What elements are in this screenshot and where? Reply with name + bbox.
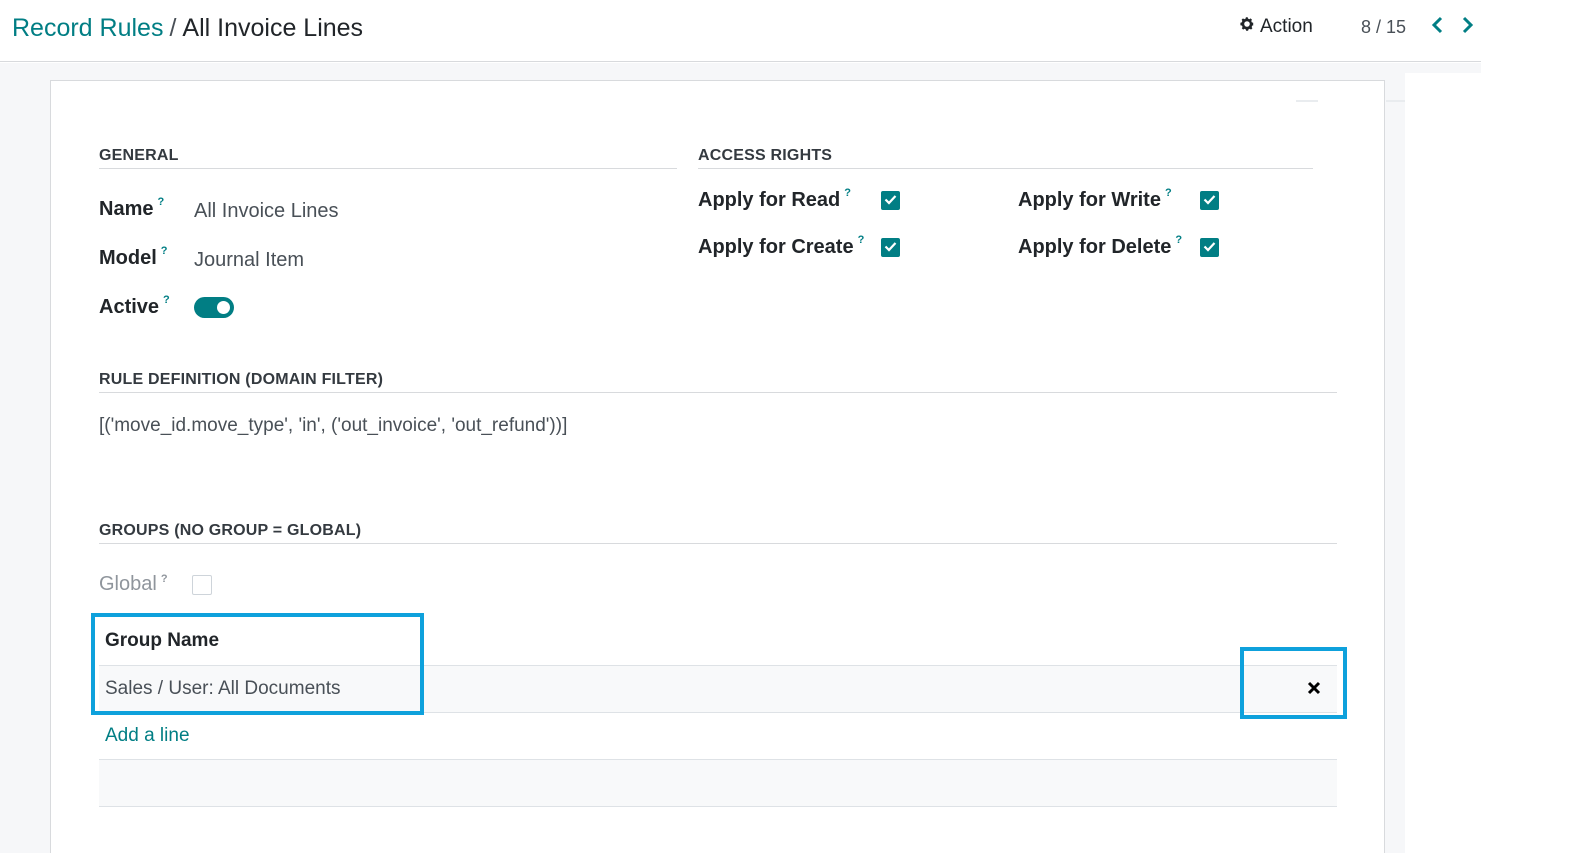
check-icon	[1203, 192, 1216, 210]
delete-row-button[interactable]	[1303, 679, 1325, 701]
model-field[interactable]: Journal Item	[194, 249, 304, 272]
help-icon[interactable]: ?	[157, 196, 164, 208]
help-icon[interactable]: ?	[161, 245, 168, 257]
groups-table-header	[99, 617, 1337, 665]
section-divider	[99, 168, 677, 169]
global-label: Global?	[99, 573, 168, 595]
pager-next-button[interactable]	[1458, 14, 1478, 40]
section-divider	[99, 543, 1337, 544]
sheet-divider	[1386, 100, 1405, 102]
control-panel: Record Rules / All Invoice Lines Action 8 …	[0, 0, 1481, 62]
check-icon	[1203, 239, 1216, 257]
help-icon[interactable]: ?	[844, 187, 851, 199]
help-icon[interactable]: ?	[1165, 187, 1172, 199]
group-name-cell[interactable]: Sales / User: All Documents	[105, 678, 340, 700]
domain-filter-editor[interactable]: [('move_id.move_type', 'in', ('out_invoi…	[99, 415, 567, 437]
section-title-access-rights: ACCESS RIGHTS	[698, 147, 833, 164]
section-divider	[99, 392, 1337, 393]
chevron-left-icon	[1431, 16, 1443, 39]
help-icon[interactable]: ?	[1175, 234, 1182, 246]
help-icon[interactable]: ?	[161, 573, 168, 585]
section-title-general: GENERAL	[99, 147, 179, 164]
apply-read-checkbox[interactable]	[881, 191, 900, 210]
action-label: Action	[1260, 16, 1313, 37]
apply-write-checkbox[interactable]	[1200, 191, 1219, 210]
check-icon	[884, 239, 897, 257]
sheet-divider	[1296, 100, 1318, 102]
help-icon[interactable]: ?	[163, 294, 170, 306]
apply-delete-checkbox[interactable]	[1200, 238, 1219, 257]
active-toggle[interactable]	[194, 297, 234, 318]
close-icon	[1307, 681, 1321, 700]
pager-value[interactable]: 8 / 15	[1361, 17, 1406, 38]
pager-previous-button[interactable]	[1427, 14, 1447, 40]
global-checkbox[interactable]	[192, 575, 212, 595]
breadcrumb: Record Rules / All Invoice Lines	[12, 14, 363, 43]
breadcrumb-separator: /	[169, 14, 177, 42]
apply-delete-label: Apply for Delete?	[1018, 234, 1183, 258]
apply-write-label: Apply for Write?	[1018, 187, 1172, 211]
active-label: Active?	[99, 294, 170, 318]
model-label: Model?	[99, 245, 168, 269]
chevron-right-icon	[1462, 16, 1474, 39]
breadcrumb-current-record: All Invoice Lines	[182, 14, 364, 42]
name-field[interactable]: All Invoice Lines	[194, 200, 339, 223]
gear-icon	[1239, 16, 1255, 38]
section-divider	[698, 168, 1313, 169]
section-title-groups: GROUPS (NO GROUP = GLOBAL)	[99, 522, 362, 539]
apply-create-checkbox[interactable]	[881, 238, 900, 257]
apply-create-label: Apply for Create?	[698, 234, 865, 258]
empty-table-row	[99, 759, 1337, 807]
column-header-group-name[interactable]: Group Name	[105, 630, 219, 652]
help-icon[interactable]: ?	[858, 234, 865, 246]
action-menu-button[interactable]: Action	[1239, 16, 1313, 38]
breadcrumb-record-rules-link[interactable]: Record Rules	[12, 14, 163, 42]
section-title-rule-definition: RULE DEFINITION (DOMAIN FILTER)	[99, 371, 384, 388]
apply-read-label: Apply for Read?	[698, 187, 851, 211]
chatter-strip	[1405, 73, 1481, 853]
check-icon	[884, 192, 897, 210]
name-label: Name?	[99, 196, 165, 220]
add-a-line-link[interactable]: Add a line	[105, 725, 190, 747]
